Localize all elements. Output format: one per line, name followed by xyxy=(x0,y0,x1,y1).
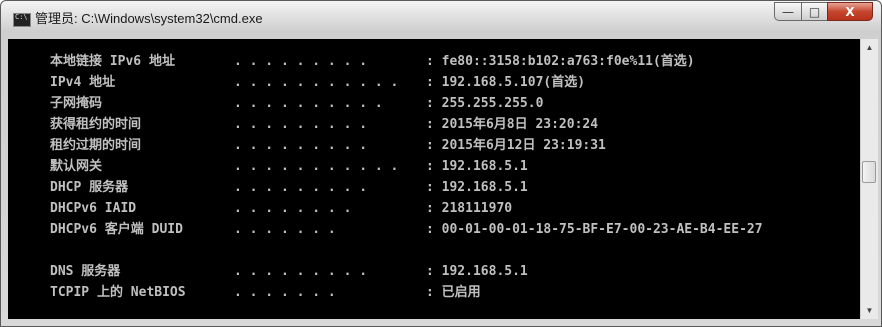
line-dots: . . . . . . . . . xyxy=(234,117,368,132)
console-line: IPv4 地址 . . . . . . . . . . . : 192.168.5.… xyxy=(50,73,585,93)
line-value: : 192.168.5.1 xyxy=(426,180,528,195)
console-line: DHCP 服务器 . . . . . . . . . : 192.168.5.1 xyxy=(50,178,528,198)
line-value: : 2015年6月8日 23:20:24 xyxy=(426,117,599,132)
line-dots: . . . . . . . . . . xyxy=(234,96,383,111)
window-controls: — □ X xyxy=(774,2,873,22)
close-icon: X xyxy=(845,4,855,19)
cmd-app-icon[interactable] xyxy=(13,13,31,27)
line-key: DHCPv6 客户端 DUID xyxy=(50,222,183,237)
console-line: 默认网关 . . . . . . . . . . . : 192.168.5.1 xyxy=(50,157,528,177)
window-title: 管理员: C:\Windows\system32\cmd.exe xyxy=(35,11,263,26)
line-dots: . . . . . . . . . xyxy=(234,180,368,195)
line-key: 租约过期的时间 xyxy=(50,138,142,153)
title-bar[interactable]: 管理员: C:\Windows\system32\cmd.exe — □ X xyxy=(1,1,881,37)
console-line: DNS 服务器 . . . . . . . . . : 192.168.5.1 xyxy=(50,262,528,282)
cmd-window: 管理员: C:\Windows\system32\cmd.exe — □ X 本… xyxy=(0,0,882,327)
line-dots: . . . . . . . . . . . xyxy=(234,75,399,90)
line-key: 子网掩码 xyxy=(50,96,103,111)
line-dots: . . . . . . . . . xyxy=(234,54,368,69)
scroll-up-icon: ▲ xyxy=(865,43,874,52)
console-line: 租约过期的时间 . . . . . . . . . : 2015年6月12日 23:… xyxy=(50,136,606,156)
scroll-up-button[interactable]: ▲ xyxy=(861,39,878,56)
console-line: DHCPv6 客户端 DUID . . . . . . . : 00-01-00-0… xyxy=(50,220,763,240)
line-value: : 已启用 xyxy=(426,285,481,300)
line-key: IPv4 地址 xyxy=(50,75,116,90)
line-value: : 255.255.255.0 xyxy=(426,96,544,111)
line-key: TCPIP 上的 NetBIOS xyxy=(50,285,186,300)
line-dots: . . . . . . . xyxy=(234,222,336,237)
minimize-icon: — xyxy=(782,4,794,19)
line-dots: . . . . . . . xyxy=(234,285,336,300)
console-output[interactable]: 本地链接 IPv6 地址. . . . . . . . .: fe80::315… xyxy=(8,39,860,319)
console-line: 获得租约的时间 . . . . . . . . . : 2015年6月8日 23:2… xyxy=(50,115,598,135)
console-line: 子网掩码 . . . . . . . . . . : 255.255.255.0 xyxy=(50,94,543,114)
line-value: : 192.168.5.107(首选) xyxy=(426,75,586,90)
line-dots: . . . . . . . . . . . xyxy=(234,159,399,174)
console-line: DHCPv6 IAID . . . . . . . . : 218111970 xyxy=(50,199,512,219)
line-dots: . . . . . . . . . xyxy=(234,138,368,153)
line-key: DHCPv6 IAID xyxy=(50,201,137,216)
line-value: : 192.168.5.1 xyxy=(426,159,528,174)
line-value: : 00-01-00-01-18-75-BF-E7-00-23-AE-B4-EE… xyxy=(426,222,763,237)
minimize-button[interactable]: — xyxy=(774,2,801,21)
line-key: 获得租约的时间 xyxy=(50,117,142,132)
line-dots: . . . . . . . . xyxy=(234,201,352,216)
line-value: : 218111970 xyxy=(426,201,513,216)
console-line: 本地链接 IPv6 地址 . . . . . . . . . : fe80::315… xyxy=(50,52,695,72)
scroll-down-button[interactable]: ▼ xyxy=(861,302,878,319)
vertical-scrollbar[interactable]: ▲ ▼ xyxy=(860,39,878,319)
line-value: : 2015年6月12日 23:19:31 xyxy=(426,138,606,153)
line-key: DHCP 服务器 xyxy=(50,180,129,195)
close-button[interactable]: X xyxy=(827,2,873,21)
console-line: TCPIP 上的 NetBIOS . . . . . . . : 已启用 xyxy=(50,283,481,303)
line-value: : fe80::3158:b102:a763:f0e%11(首选) xyxy=(426,54,695,69)
scroll-down-icon: ▼ xyxy=(865,306,874,315)
line-key: DNS 服务器 xyxy=(50,264,121,279)
line-value: : 192.168.5.1 xyxy=(426,264,528,279)
line-dots: . . . . . . . . . xyxy=(234,264,368,279)
line-key: 本地链接 IPv6 地址 xyxy=(50,54,175,69)
maximize-icon: □ xyxy=(808,4,821,19)
scroll-thumb[interactable] xyxy=(862,161,876,183)
maximize-button[interactable]: □ xyxy=(801,2,827,21)
line-key: 默认网关 xyxy=(50,159,103,174)
